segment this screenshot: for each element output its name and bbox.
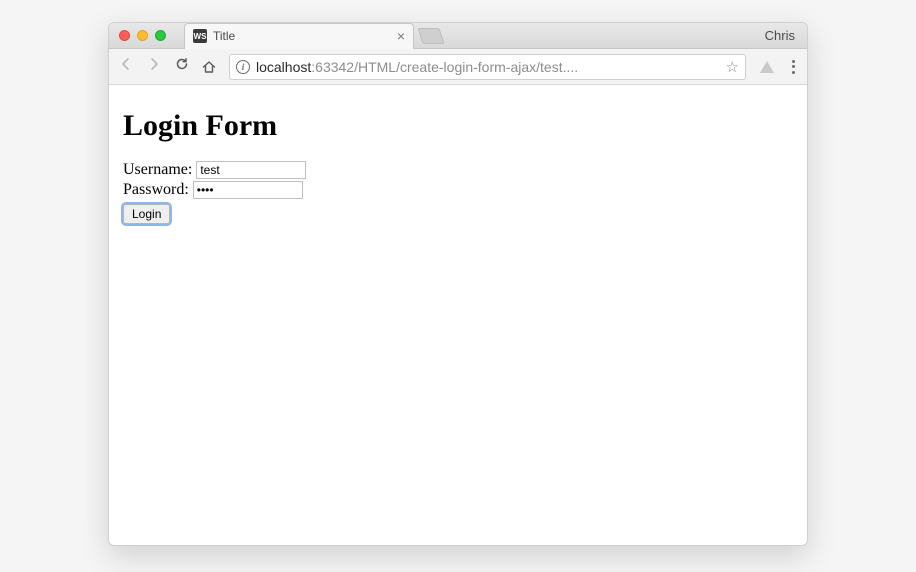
page-content: Login Form Username: Password: Login xyxy=(109,85,807,234)
password-row: Password: xyxy=(123,181,793,199)
url-text: localhost:63342/HTML/create-login-form-a… xyxy=(256,59,720,75)
bookmark-star-icon[interactable]: ☆ xyxy=(726,58,739,76)
username-label: Username: xyxy=(123,161,192,179)
minimize-window-button[interactable] xyxy=(137,30,148,41)
forward-icon[interactable] xyxy=(145,56,163,77)
reload-icon[interactable] xyxy=(173,56,191,77)
url-path: :63342/HTML/create-login-form-ajax/test.… xyxy=(311,59,578,75)
kebab-menu-icon[interactable] xyxy=(788,60,799,74)
site-info-icon[interactable]: i xyxy=(236,60,250,74)
username-row: Username: xyxy=(123,161,793,179)
home-icon[interactable] xyxy=(201,59,219,75)
tab-title: Title xyxy=(213,29,391,43)
address-bar[interactable]: i localhost:63342/HTML/create-login-form… xyxy=(229,54,746,80)
close-tab-icon[interactable]: × xyxy=(397,29,405,43)
password-input[interactable] xyxy=(193,181,303,199)
new-tab-button[interactable] xyxy=(417,28,444,44)
maximize-window-button[interactable] xyxy=(155,30,166,41)
browser-window: WS Title × Chris i localhost:63342/HTML/… xyxy=(108,22,808,546)
profile-name[interactable]: Chris xyxy=(765,28,795,43)
login-button[interactable]: Login xyxy=(123,204,170,224)
window-controls xyxy=(109,30,166,41)
webstorm-favicon-icon: WS xyxy=(193,29,207,43)
browser-tab[interactable]: WS Title × xyxy=(184,23,414,49)
password-label: Password: xyxy=(123,181,189,199)
titlebar: WS Title × Chris xyxy=(109,23,807,49)
toolbar: i localhost:63342/HTML/create-login-form… xyxy=(109,49,807,85)
username-input[interactable] xyxy=(196,161,306,179)
back-icon[interactable] xyxy=(117,56,135,77)
page-heading: Login Form xyxy=(123,109,793,143)
close-window-button[interactable] xyxy=(119,30,130,41)
url-host: localhost xyxy=(256,59,311,75)
drive-extension-icon[interactable] xyxy=(760,61,774,73)
